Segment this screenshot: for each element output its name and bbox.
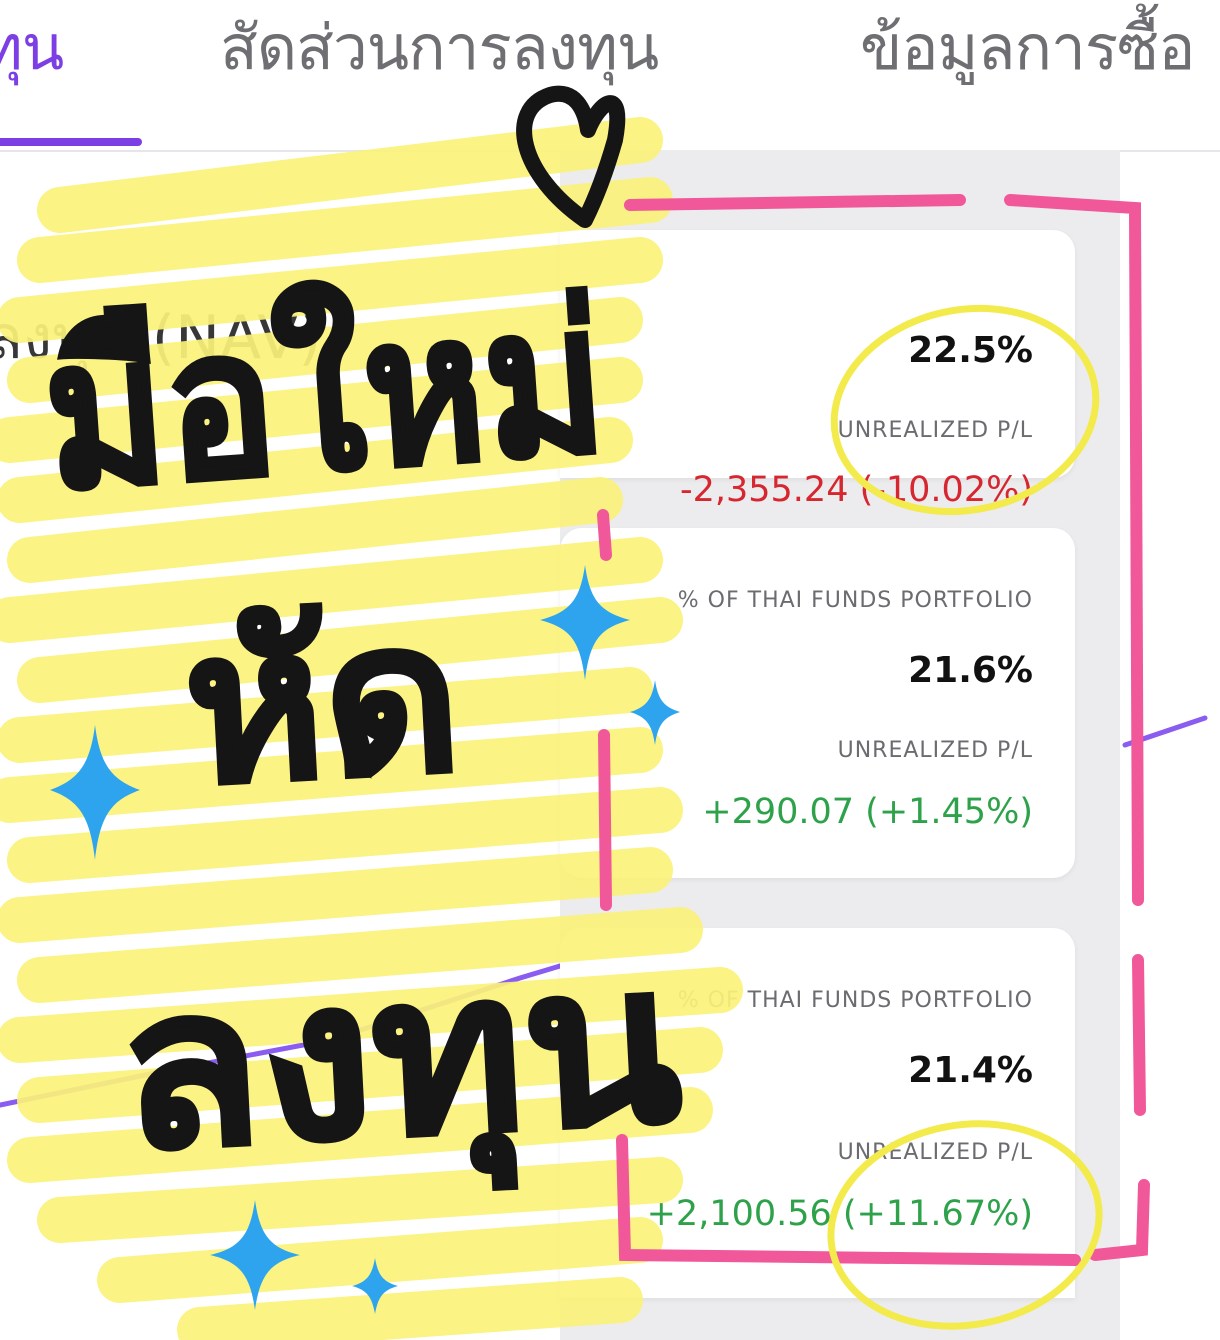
unrealized-pl-value: +290.07 (+1.45%)	[702, 792, 1033, 832]
sparkle-icon	[210, 1200, 300, 1310]
tab-allocation[interactable]: สัดส่วนการลงทุน	[220, 8, 659, 88]
active-tab-indicator	[0, 138, 142, 146]
fund-card-list: 22.5% UNREALIZED P/L -2,355.24 (-10.02%)…	[560, 150, 1120, 1340]
portfolio-share-label: % OF THAI FUNDS PORTFOLIO	[677, 988, 1033, 1013]
unrealized-pl-value: -2,355.24 (-10.02%)	[679, 470, 1033, 510]
unrealized-pl-label: UNREALIZED P/L	[837, 418, 1033, 443]
unrealized-pl-label: UNREALIZED P/L	[837, 738, 1033, 763]
portfolio-percent: 22.5%	[908, 330, 1033, 371]
unrealized-pl-value: +2,100.56 (+11.67%)	[646, 1194, 1033, 1234]
nav-value-label: ลงทุน (NAV)	[0, 303, 322, 373]
fund-card[interactable]: % OF THAI FUNDS PORTFOLIO 21.6% UNREALIZ…	[560, 528, 1075, 878]
unrealized-pl-label: UNREALIZED P/L	[837, 1140, 1033, 1165]
sticker-line-2: หัด	[179, 573, 466, 832]
fund-card[interactable]: 22.5% UNREALIZED P/L -2,355.24 (-10.02%)	[560, 230, 1075, 510]
tab-bar: ทุน สัดส่วนการลงทุน ข้อมูลการซื้อ	[0, 0, 1220, 152]
portfolio-percent: 21.4%	[908, 1050, 1033, 1091]
portfolio-share-label: % OF THAI FUNDS PORTFOLIO	[677, 588, 1033, 613]
tab-overview[interactable]: ทุน	[0, 8, 64, 88]
sparkle-icon	[352, 1258, 398, 1314]
sparkle-icon	[50, 725, 140, 860]
tab-purchase-info[interactable]: ข้อมูลการซื้อ	[860, 8, 1195, 88]
fund-card[interactable]: % OF THAI FUNDS PORTFOLIO 21.4% UNREALIZ…	[560, 928, 1075, 1298]
portfolio-percent: 21.6%	[908, 650, 1033, 691]
app-screen: ทุน สัดส่วนการลงทุน ข้อมูลการซื้อ ลงทุน …	[0, 0, 1220, 1340]
